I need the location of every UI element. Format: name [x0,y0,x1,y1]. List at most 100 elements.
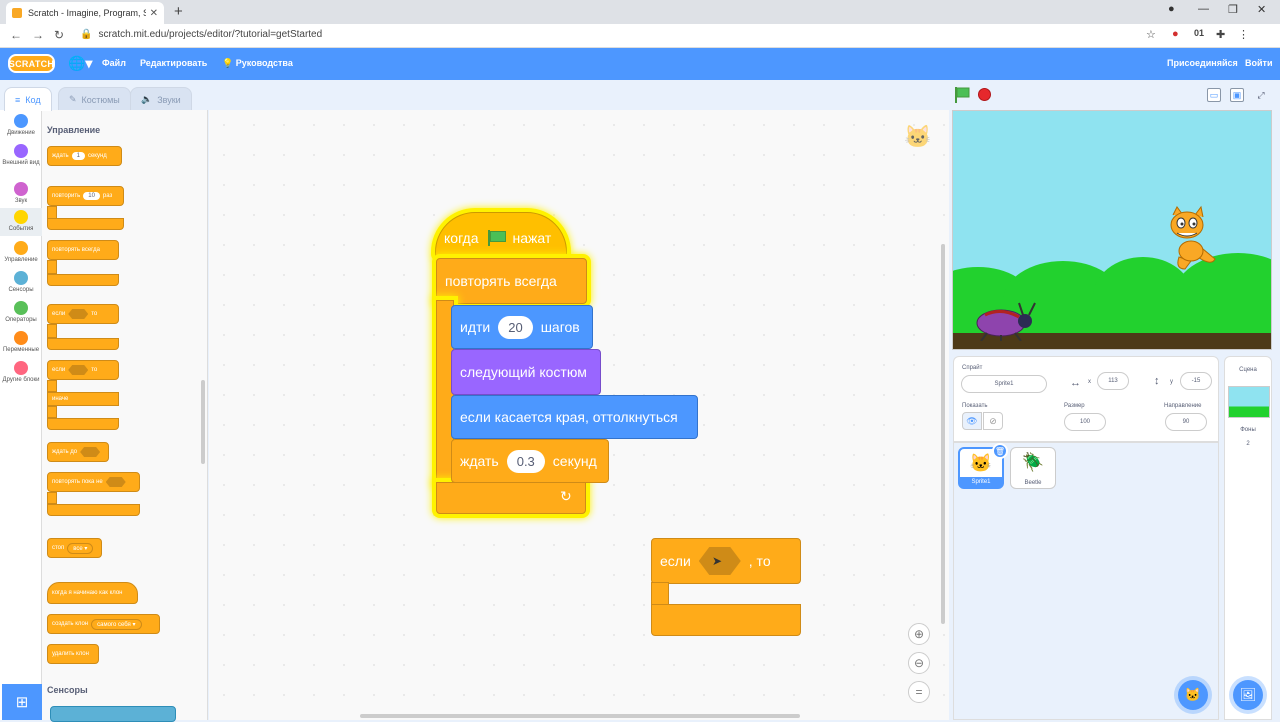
condition-slot[interactable] [80,447,101,457]
if-block-header[interactable]: если , то [651,538,801,584]
bookmark-star-icon[interactable]: ☆ [1146,28,1156,41]
add-backdrop-button[interactable]: 🖼 [1233,680,1263,710]
palette-block-if[interactable]: если то [47,304,119,324]
new-tab-icon[interactable]: + [174,3,183,20]
palette-block-wait-until[interactable]: ждать до [47,442,109,462]
condition-slot[interactable] [68,365,89,375]
join-button[interactable]: Присоединяйся [1167,58,1238,68]
hide-sprite-eye-icon[interactable]: ⊘ [983,412,1003,430]
forever-block[interactable]: повторять всегда [436,258,587,304]
category-sensing[interactable]: Сенсоры [0,271,42,294]
block-input[interactable]: 1 [71,152,85,160]
browser-tab[interactable]: Scratch - Imagine, Program, Sha ✕ [6,2,164,24]
fullscreen-icon[interactable]: ⤢ [1254,88,1268,102]
next-costume-block[interactable]: следующий костюм [451,349,601,395]
reload-icon[interactable]: ↻ [54,28,64,42]
url-text: scratch.mit.edu/projects/editor/?tutoria… [98,29,323,40]
small-stage-button[interactable]: ▭ [1207,88,1221,102]
cat-sprite[interactable] [1155,205,1225,275]
stop-button[interactable] [978,88,991,101]
category-control[interactable]: Управление [0,241,42,264]
bounce-edge-block[interactable]: если касается края, оттолкнуться [451,395,698,439]
zoom-out-button[interactable]: ⊖ [908,652,930,674]
palette-block-delete-clone[interactable]: удалить клон [47,644,99,664]
sprite-name-field[interactable]: Sprite1 [961,375,1047,393]
menu-file[interactable]: Файл [102,58,126,68]
forward-icon[interactable]: → [32,28,44,42]
wait-seconds-block[interactable]: ждать 0.3 секунд [451,439,609,483]
when-flag-clicked-block[interactable]: когда нажат [435,212,567,258]
menu-edit[interactable]: Редактировать [140,58,207,68]
palette-block-forever[interactable]: повторять всегда [47,240,119,260]
close-window-icon[interactable]: ✕ [1257,3,1266,16]
zoom-in-button[interactable]: ⊕ [908,623,930,645]
block-input[interactable]: 0.3 [506,449,545,473]
block-input[interactable]: 20 [498,315,533,339]
palette-block-when-clone[interactable]: когда я начинаю как клон [47,582,138,604]
menu-dots-icon[interactable]: ⋮ [1238,28,1249,41]
stage-canvas[interactable] [952,110,1272,350]
close-tab-icon[interactable]: ✕ [150,8,158,19]
palette-block-arm [47,504,140,516]
add-extension-button[interactable]: ⊞ [2,684,42,720]
back-icon[interactable]: ← [10,28,22,42]
move-steps-block[interactable]: идти 20 шагов [451,305,593,349]
direction-label: Направление [1164,403,1202,409]
condition-slot[interactable] [68,309,89,319]
beetle-sprite[interactable] [973,297,1037,341]
minimize-icon[interactable]: — [1198,3,1209,15]
tab-costumes[interactable]: ✎ Костюмы [58,87,131,111]
tab-code[interactable]: ≡ Код [4,87,52,111]
delete-sprite-icon[interactable]: 🗑 [992,443,1008,459]
category-events[interactable]: События [0,208,42,236]
large-stage-button[interactable]: ▣ [1230,88,1244,102]
signin-button[interactable]: Войти [1245,58,1272,68]
green-flag-icon [487,230,506,246]
stop-dropdown[interactable]: все ▾ [67,542,94,554]
clone-dropdown[interactable]: самого себя ▾ [91,618,142,630]
palette-block-repeat[interactable]: повторить 10 раз [47,186,124,206]
palette-block-stop[interactable]: стоп все ▾ [47,538,102,558]
tab-sounds[interactable]: 🔈 Звуки [130,87,192,111]
show-sprite-eye-icon[interactable]: 👁 [962,412,982,430]
add-sprite-button[interactable]: 🐱 [1178,680,1208,710]
palette-block-create-clone[interactable]: создать клон самого себя ▾ [47,614,160,634]
sprite-tile-name: Sprite1 [960,477,1002,487]
category-my-blocks[interactable]: Другие блоки [0,361,42,384]
maximize-icon[interactable]: ❐ [1228,3,1238,16]
block-input[interactable]: 10 [83,192,100,200]
category-dot [14,271,28,285]
extension-icon[interactable]: ● [1172,28,1179,40]
y-field[interactable]: -15 [1180,372,1212,390]
url-field[interactable]: 🔒 scratch.mit.edu/projects/editor/?tutori… [80,29,322,40]
palette-block-if-else[interactable]: если то [47,360,119,380]
address-bar: ← → ↻ 🔒 scratch.mit.edu/projects/editor/?… [0,24,1280,48]
condition-slot[interactable] [105,477,126,487]
scratch-logo[interactable]: SCRATCH [8,54,55,73]
palette-scrollbar[interactable] [201,380,205,464]
backdrops-count: 2 [1246,441,1250,447]
profile-icon[interactable]: ● [1168,3,1175,15]
size-field[interactable]: 100 [1064,413,1106,431]
backdrop-thumbnail[interactable] [1228,386,1270,418]
zoom-reset-button[interactable]: = [908,681,930,703]
category-looks[interactable]: Внешний вид [0,144,42,167]
language-globe-icon[interactable]: 🌐▾ [68,55,92,72]
category-motion[interactable]: Движение [0,114,42,137]
workspace-vertical-scrollbar[interactable] [941,244,945,624]
direction-field[interactable]: 90 [1165,413,1207,431]
palette-block-arm [47,338,119,350]
sprite-tile-beetle[interactable]: 🪲 Beetle [1010,447,1056,489]
menu-tutorials[interactable]: 💡 Руководства [222,58,293,69]
x-field[interactable]: 113 [1097,372,1129,390]
extension-icon[interactable]: 01 [1194,28,1204,38]
block-text: то [91,311,98,317]
green-flag-button[interactable] [953,87,971,103]
category-variables[interactable]: Переменные [0,331,42,354]
palette-block-repeat-until[interactable]: повторять пока не [47,472,140,492]
palette-block-wait[interactable]: ждать 1 секунд [47,146,122,166]
workspace-horizontal-scrollbar[interactable] [360,714,800,718]
category-sound[interactable]: Звук [0,182,42,205]
puzzle-icon[interactable]: ✚ [1216,28,1225,41]
category-operators[interactable]: Операторы [0,301,42,324]
